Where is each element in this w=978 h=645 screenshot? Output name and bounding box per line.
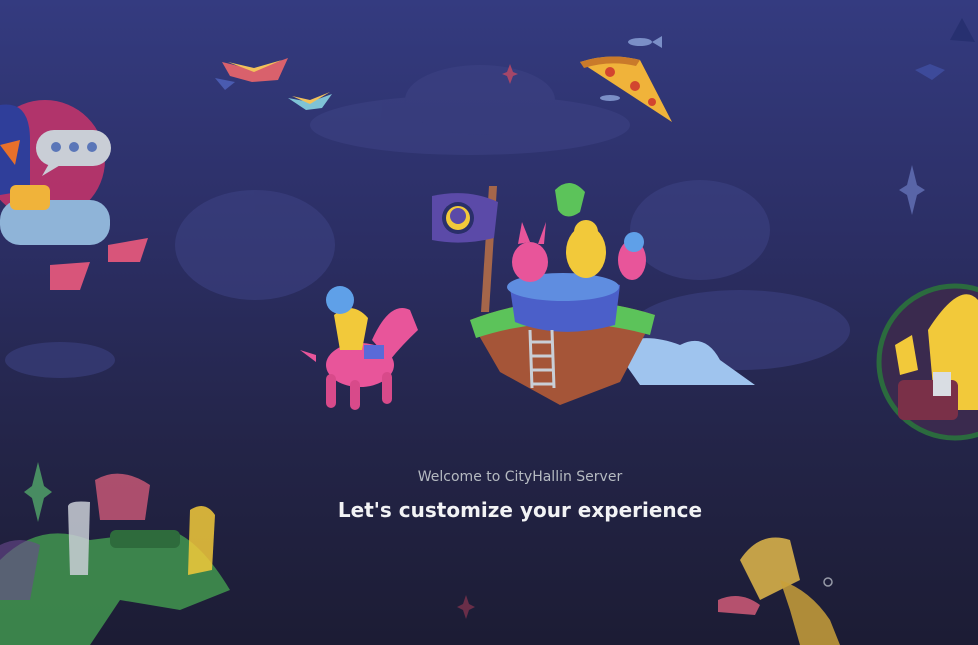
onboarding-headline: Let's customize your experience — [337, 498, 703, 522]
pink-horse-rider-icon — [300, 286, 418, 410]
background-illustration — [0, 18, 978, 645]
pirate-flag-icon — [432, 186, 498, 312]
reclining-character-icon — [0, 100, 148, 290]
book-icon — [288, 92, 332, 110]
bird-silhouette-icon — [915, 18, 975, 80]
book-icon — [215, 58, 288, 90]
cloud-shapes — [5, 65, 850, 378]
onboarding-screen: Welcome to CityHallin Server Let's custo… — [0, 0, 978, 645]
gramophone-icon — [718, 537, 840, 645]
welcome-text: Welcome to CityHallin Server — [417, 469, 623, 485]
cheering-character-icon — [876, 283, 978, 441]
